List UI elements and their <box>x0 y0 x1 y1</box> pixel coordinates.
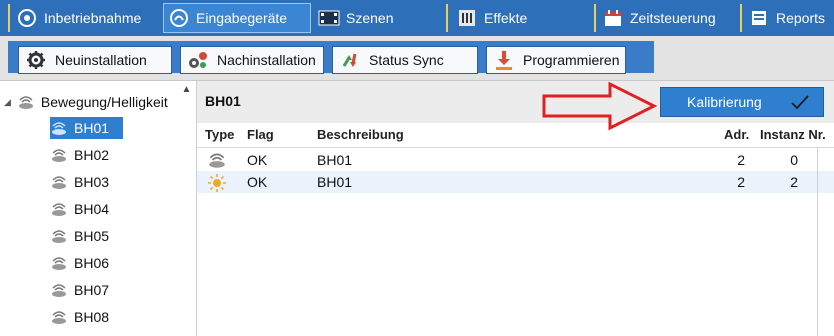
tab-label: Inbetriebnahme <box>44 10 142 26</box>
sensor-icon <box>168 7 190 29</box>
motion-sensor-icon <box>50 308 68 326</box>
tree-item-bh01[interactable]: BH01 <box>50 117 124 139</box>
instance-cell: 2 <box>790 174 798 190</box>
motion-sensor-icon <box>207 151 227 172</box>
motion-sensor-icon <box>50 200 68 218</box>
table-right-border <box>817 147 818 336</box>
tree-item-bh08[interactable]: BH08 <box>50 306 109 328</box>
programmieren-button[interactable]: Programmieren <box>486 46 626 74</box>
motion-sensor-icon <box>17 93 35 111</box>
table-row[interactable]: OK BH01 2 0 <box>197 149 834 171</box>
neuinstallation-label: Neuinstallation <box>55 52 147 68</box>
tree-item-label: BH06 <box>74 255 110 271</box>
tree-item-label: BH08 <box>74 309 110 325</box>
status-sync-button[interactable]: Status Sync <box>332 46 478 74</box>
tab-effekte[interactable]: Effekte <box>452 3 590 33</box>
scroll-up-icon[interactable]: ▲ <box>178 83 195 97</box>
motion-sensor-icon <box>50 119 68 137</box>
tab-reports[interactable]: Reports <box>744 3 834 33</box>
column-header-beschreibung[interactable]: Beschreibung <box>317 127 404 142</box>
column-header-instanz[interactable]: Instanz Nr. <box>760 127 826 142</box>
tree-item-bh04[interactable]: BH04 <box>50 198 109 220</box>
sync-arrows-icon <box>339 49 361 71</box>
motion-sensor-icon <box>50 146 68 164</box>
tab-separator <box>594 4 596 32</box>
red-arrow-icon <box>542 81 658 131</box>
bars-icon <box>456 7 478 29</box>
motion-sensor-icon <box>50 281 68 299</box>
tree-node-label: Bewegung/Helligkeit <box>40 94 168 110</box>
tab-label: Szenen <box>346 10 394 26</box>
kalibrierung-label: Kalibrierung <box>687 94 762 110</box>
tab-inbetriebnahme[interactable]: Inbetriebnahme <box>12 3 160 33</box>
tree-item-bh05[interactable]: BH05 <box>50 225 109 247</box>
motion-sensor-icon <box>50 173 68 191</box>
tab-label: Effekte <box>484 10 528 26</box>
flag-cell: OK <box>247 174 268 190</box>
gear-icon <box>25 49 47 71</box>
toolbar: Neuinstallation Nachinstallation Status … <box>0 36 834 81</box>
detail-panel: BH01 Kalibrierung Type Flag Beschreibung… <box>197 81 834 336</box>
tree-item-bh02[interactable]: BH02 <box>50 144 109 166</box>
gears-network-icon <box>187 49 209 71</box>
calendar-icon <box>602 7 624 29</box>
tree-item-label: BH04 <box>74 201 110 217</box>
tree-item-bh07[interactable]: BH07 <box>50 279 109 301</box>
description-cell: BH01 <box>317 152 353 168</box>
motion-sensor-icon <box>50 254 68 272</box>
tree-scrollbar[interactable]: ▲ <box>178 81 195 336</box>
motion-sensor-icon <box>50 227 68 245</box>
tree-item-label: BH03 <box>74 174 110 190</box>
device-tree: ◢ Bewegung/Helligkeit BH01 BH02 BH03 BH0… <box>0 81 197 336</box>
address-cell: 2 <box>737 174 745 190</box>
tab-label: Eingabegeräte <box>196 10 288 26</box>
toolbar-strip: Neuinstallation Nachinstallation Status … <box>8 41 654 74</box>
nachinstallation-label: Nachinstallation <box>217 52 316 68</box>
neuinstallation-button[interactable]: Neuinstallation <box>18 46 172 74</box>
main-tab-bar: Inbetriebnahme Eingabegeräte Szenen Effe… <box>0 0 834 36</box>
tree-item-label: BH05 <box>74 228 110 244</box>
tab-zeitsteuerung[interactable]: Zeitsteuerung <box>598 3 736 33</box>
column-header-type[interactable]: Type <box>205 127 234 142</box>
detail-title: BH01 <box>205 93 241 109</box>
tab-eingabegeraete[interactable]: Eingabegeräte <box>163 3 311 33</box>
column-header-flag[interactable]: Flag <box>247 127 274 142</box>
tab-separator <box>446 4 448 32</box>
tree-item-label: BH07 <box>74 282 110 298</box>
programmieren-label: Programmieren <box>523 52 620 68</box>
header-divider <box>197 147 834 148</box>
checkmark-icon <box>789 92 811 112</box>
tab-label: Reports <box>776 10 826 26</box>
column-header-adr[interactable]: Adr. <box>724 127 749 142</box>
address-cell: 2 <box>737 152 745 168</box>
kalibrierung-button[interactable]: Kalibrierung <box>660 87 824 117</box>
tab-label: Zeitsteuerung <box>630 10 716 26</box>
flag-cell: OK <box>247 152 268 168</box>
sun-icon <box>207 173 227 196</box>
description-cell: BH01 <box>317 174 353 190</box>
detail-header: BH01 Kalibrierung <box>197 81 834 123</box>
tree-item-bh03[interactable]: BH03 <box>50 171 109 193</box>
instance-cell: 0 <box>790 152 798 168</box>
status-sync-label: Status Sync <box>369 52 444 68</box>
tab-separator <box>8 4 10 32</box>
film-icon <box>318 7 340 29</box>
tree-node-bewegung[interactable]: ◢ Bewegung/Helligkeit <box>4 91 168 113</box>
target-icon <box>16 7 38 29</box>
download-arrow-icon <box>493 49 515 71</box>
tree-item-bh06[interactable]: BH06 <box>50 252 109 274</box>
table-row[interactable]: OK BH01 2 2 <box>197 171 834 193</box>
tree-item-label: BH01 <box>74 120 110 136</box>
tree-item-label: BH02 <box>74 147 110 163</box>
report-icon <box>748 7 770 29</box>
tab-separator <box>740 4 742 32</box>
tab-szenen[interactable]: Szenen <box>314 3 442 33</box>
collapse-triangle-icon[interactable]: ◢ <box>4 97 11 108</box>
nachinstallation-button[interactable]: Nachinstallation <box>180 46 324 74</box>
